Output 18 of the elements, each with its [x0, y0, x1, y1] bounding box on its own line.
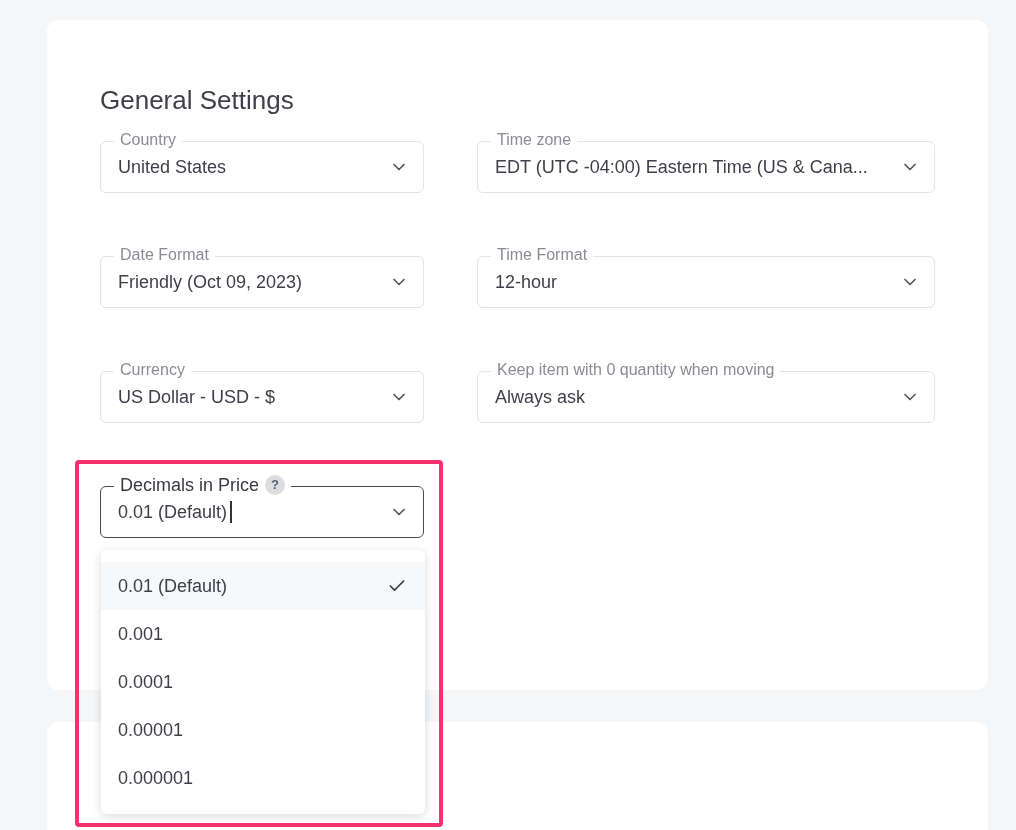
- dropdown-option[interactable]: 0.01 (Default): [101, 562, 425, 610]
- dropdown-option[interactable]: 0.001: [101, 610, 425, 658]
- select-value: 12-hour: [495, 270, 558, 294]
- select-value: 0.01 (Default): [118, 500, 228, 524]
- select-value: EDT (UTC -04:00) Eastern Time (US & Cana...: [495, 155, 868, 179]
- field-label: Keep item with 0 quantity when moving: [491, 360, 781, 380]
- select-value: Always ask: [495, 385, 586, 409]
- dropdown-option[interactable]: 0.0001: [101, 658, 425, 706]
- field-label: Currency: [114, 360, 191, 380]
- select-value: US Dollar - USD - $: [118, 385, 276, 409]
- dropdown-option[interactable]: 0.000001: [101, 754, 425, 802]
- help-icon[interactable]: ?: [265, 475, 286, 495]
- field-label: Country: [114, 130, 183, 150]
- text-cursor: [230, 501, 232, 523]
- select-value: United States: [118, 155, 227, 179]
- dropdown-option[interactable]: 0.00001: [101, 706, 425, 754]
- select-value: Friendly (Oct 09, 2023): [118, 270, 303, 294]
- section-title: General Settings: [100, 84, 295, 117]
